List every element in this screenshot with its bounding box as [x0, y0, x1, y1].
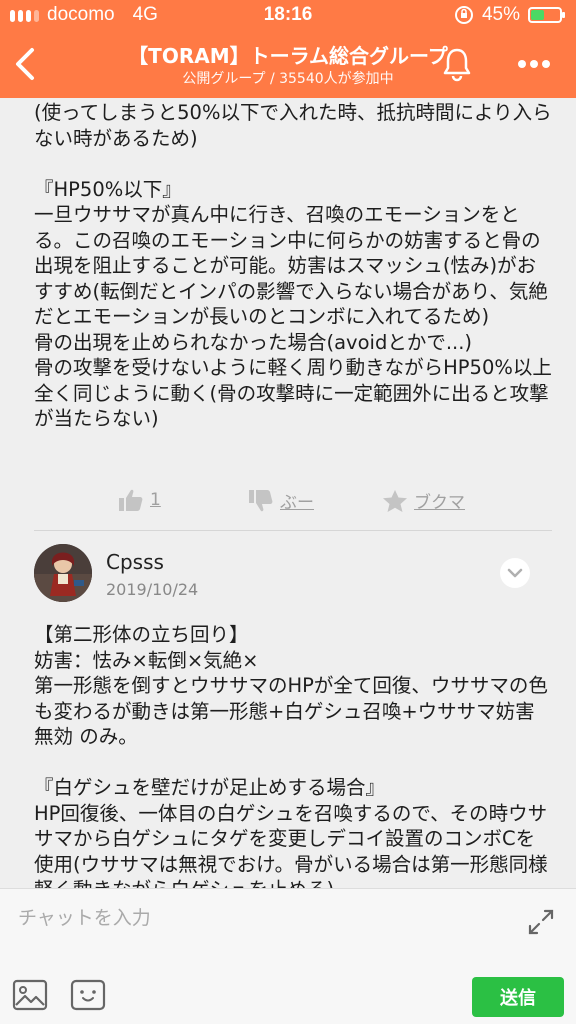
post-1-reactions: 1 ぶー ブクマ: [0, 488, 576, 518]
like-count: 1: [150, 490, 161, 510]
chat-input-bar: 送信: [0, 888, 576, 1024]
avatar-image: [34, 544, 92, 602]
post-1-text: (使ってしまうと50%以下で入れた時、抵抗時間により入らない時があるため) 『H…: [34, 101, 552, 430]
image-icon: [12, 979, 48, 1011]
more-icon: [518, 60, 550, 68]
send-button[interactable]: 送信: [472, 977, 564, 1017]
like-button[interactable]: 1: [118, 488, 161, 512]
status-bar: docomo 4G 18:16 45%: [0, 0, 576, 30]
battery-percent: 45%: [481, 4, 520, 25]
chat-input[interactable]: [18, 901, 498, 935]
chevron-down-icon: [507, 568, 523, 578]
post-2-author[interactable]: Cpsss: [106, 550, 164, 574]
battery-level: [531, 10, 544, 20]
bookmark-label: ブクマ: [414, 493, 465, 513]
group-subtitle: 公開グループ / 35540人が参加中: [182, 71, 394, 87]
bell-icon: [443, 48, 471, 82]
group-title: 【TORAM】トーラム総合グループ: [128, 44, 448, 68]
post-divider: [34, 530, 552, 531]
bookmark-button[interactable]: ブクマ: [382, 488, 465, 513]
emoji-icon: [70, 979, 106, 1011]
star-icon: [383, 489, 407, 512]
image-button[interactable]: [12, 979, 48, 1011]
emoji-button[interactable]: [70, 979, 106, 1011]
expand-icon: [528, 909, 554, 935]
rotation-lock-icon: [454, 6, 473, 24]
post-2-text: 【第二形体の立ち回り】 妨害：怯み×転倒×気絶× 第一形態を倒すとウササマのHP…: [34, 623, 548, 888]
status-right: 45%: [454, 4, 565, 26]
boo-label: ぶー: [280, 493, 314, 513]
message-list[interactable]: (使ってしまうと50%以下で入れた時、抵抗時間により入らない時があるため) 『H…: [0, 98, 576, 888]
avatar[interactable]: [34, 544, 92, 602]
notification-button[interactable]: [440, 46, 474, 82]
expand-input-button[interactable]: [526, 907, 556, 937]
post-2-date: 2019/10/24: [106, 580, 199, 599]
thumbs-up-icon: [119, 489, 143, 511]
chat-header: 【TORAM】トーラム総合グループ 公開グループ / 35540人が参加中: [0, 30, 576, 98]
thumbs-down-icon: [249, 489, 273, 511]
battery-icon: [528, 7, 565, 23]
boo-button[interactable]: ぶー: [248, 488, 314, 513]
more-options-button[interactable]: [514, 50, 554, 78]
post-2-options-button[interactable]: [500, 558, 530, 588]
